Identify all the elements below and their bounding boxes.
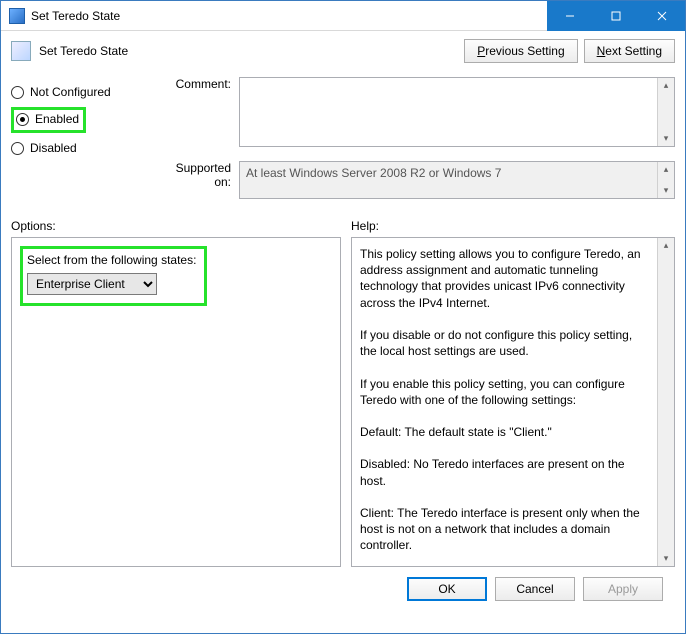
scroll-down-icon: ▾ — [659, 131, 674, 146]
state-radio-group: Not Configured Enabled Disabled — [11, 85, 141, 155]
radio-enabled[interactable]: Enabled — [16, 112, 79, 126]
next-setting-button[interactable]: Next Setting — [584, 39, 675, 63]
radio-disabled[interactable]: Disabled — [11, 141, 141, 155]
options-panel: Select from the following states: Defaul… — [11, 237, 341, 567]
radio-not-configured-label: Not Configured — [30, 85, 111, 99]
supported-scrollbar: ▴ ▾ — [657, 162, 674, 198]
radio-not-configured[interactable]: Not Configured — [11, 85, 141, 99]
supported-on-label: Supported on: — [159, 161, 239, 189]
comment-label: Comment: — [159, 77, 239, 91]
radio-enabled-input[interactable] — [16, 113, 29, 126]
help-section-label: Help: — [351, 219, 675, 233]
radio-enabled-label: Enabled — [35, 112, 79, 126]
title-bar: Set Teredo State — [1, 1, 685, 31]
maximize-button[interactable] — [593, 1, 639, 31]
policy-icon — [11, 41, 31, 61]
radio-disabled-input[interactable] — [11, 142, 24, 155]
apply-button: Apply — [583, 577, 663, 601]
window-title: Set Teredo State — [31, 9, 120, 23]
scroll-up-icon: ▴ — [659, 78, 674, 93]
scroll-down-icon: ▾ — [659, 183, 674, 198]
help-text: This policy setting allows you to config… — [352, 238, 674, 566]
states-label: Select from the following states: — [27, 253, 196, 267]
scroll-up-icon: ▴ — [659, 238, 674, 253]
policy-title: Set Teredo State — [39, 44, 458, 58]
previous-setting-button[interactable]: Previous Setting — [464, 39, 577, 63]
comment-scrollbar[interactable]: ▴ ▾ — [657, 78, 674, 146]
scroll-down-icon: ▾ — [659, 551, 674, 566]
supported-on-box: At least Windows Server 2008 R2 or Windo… — [239, 161, 675, 199]
supported-on-value: At least Windows Server 2008 R2 or Windo… — [246, 166, 501, 180]
dialog-button-bar: OK Cancel Apply — [11, 567, 675, 601]
help-panel: This policy setting allows you to config… — [351, 237, 675, 567]
highlight-enabled: Enabled — [11, 107, 86, 133]
scroll-up-icon: ▴ — [659, 162, 674, 177]
radio-disabled-label: Disabled — [30, 141, 77, 155]
minimize-button[interactable] — [547, 1, 593, 31]
help-scrollbar[interactable]: ▴ ▾ — [657, 238, 674, 566]
cancel-button[interactable]: Cancel — [495, 577, 575, 601]
close-button[interactable] — [639, 1, 685, 31]
radio-not-configured-input[interactable] — [11, 86, 24, 99]
comment-textarea[interactable]: ▴ ▾ — [239, 77, 675, 147]
header-row: Set Teredo State Previous Setting Next S… — [1, 31, 685, 67]
highlight-states: Select from the following states: Defaul… — [20, 246, 207, 306]
ok-button[interactable]: OK — [407, 577, 487, 601]
options-section-label: Options: — [11, 219, 341, 233]
app-icon — [9, 8, 25, 24]
states-select[interactable]: DefaultDisabledClientEnterprise Client — [27, 273, 157, 295]
